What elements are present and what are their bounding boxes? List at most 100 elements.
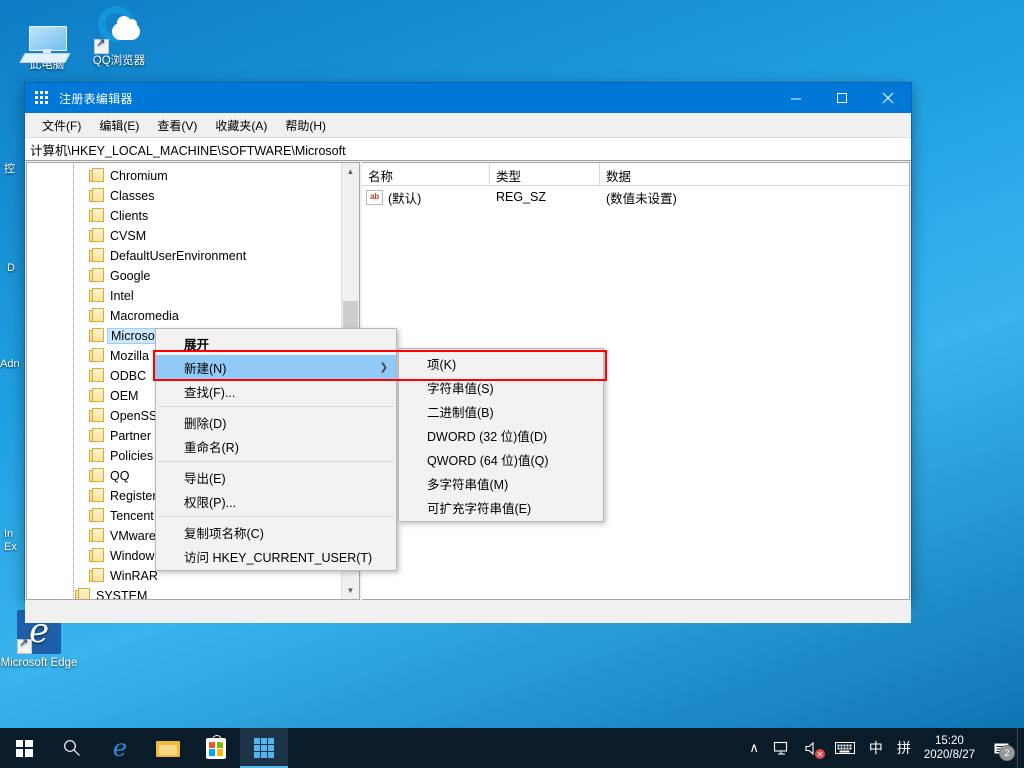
tray-expand-button[interactable]: ∧ [742,728,766,768]
folder-icon [89,510,104,522]
tree-item-google[interactable]: ❯Google [27,266,359,286]
submenu-item-label: QWORD (64 位)值(Q) [427,450,549,469]
tree-item-label: Intel [110,289,134,303]
scroll-up-button[interactable]: ▲ [342,163,359,180]
tree-item-label: Tencent [110,509,154,523]
value-type: REG_SZ [490,190,600,204]
submenu-item[interactable]: 可扩充字符串值(E) [399,495,603,519]
tree-item-label: SYSTEM [96,589,147,600]
search-icon [63,739,81,757]
context-menu-item-label: 复制项名称(C) [184,523,264,542]
tree-item-intel[interactable]: ❯Intel [27,286,359,306]
submenu-item[interactable]: 二进制值(B) [399,399,603,423]
context-menu-item[interactable]: 展开 [156,331,396,355]
desktop-icon-this-pc[interactable]: 此电脑 [8,8,86,72]
value-name: (默认) [388,188,421,207]
menu-help[interactable]: 帮助(H) [276,114,335,137]
tree-item-defaultuserenvironment[interactable]: ···DefaultUserEnvironment [27,246,359,266]
folder-icon [89,270,104,282]
tree-item-label: Macromedia [110,309,179,323]
tree-item-classes[interactable]: ❯Classes [27,186,359,206]
folder-icon [89,310,104,322]
microsoft-store-button[interactable] [192,728,240,768]
occluded-desktop-label: 控 [4,160,15,176]
column-header-name[interactable]: 名称 [362,163,490,185]
tree-item-chromium[interactable]: ❯Chromium [27,166,359,186]
submenu-item[interactable]: QWORD (64 位)值(Q) [399,447,603,471]
menu-favorites[interactable]: 收藏夹(A) [206,114,276,137]
edge-icon: e [113,736,127,760]
tree-item-label: OEM [110,389,138,403]
start-button[interactable] [0,728,48,768]
status-bar [25,602,911,623]
tree-item-label: Google [110,269,150,283]
desktop-icon-qq-browser[interactable]: QQ浏览器 [80,4,158,68]
this-pc-icon [8,8,86,56]
show-desktop-button[interactable] [1017,728,1024,768]
submenu-item[interactable]: 项(K) [399,351,603,375]
folder-icon [89,290,104,302]
folder-icon [89,330,104,342]
menu-file[interactable]: 文件(F) [33,114,90,137]
submenu-item[interactable]: 多字符串值(M) [399,471,603,495]
edge-taskbar-button[interactable]: e [96,728,144,768]
context-menu-item[interactable]: 导出(E) [156,465,396,489]
desktop-icon-label: Microsoft Edge [0,657,78,670]
context-menu-item[interactable]: 新建(N)❯ [156,355,396,379]
new-submenu[interactable]: 项(K)字符串值(S) 二进制值(B) DWORD (32 位)值(D) QWORD … [398,348,604,522]
context-menu-item[interactable]: 复制项名称(C) [156,520,396,544]
ime-mode-indicator[interactable]: 中 [862,728,890,768]
clock-time: 15:20 [924,734,975,748]
column-header-type[interactable]: 类型 [490,163,600,185]
ime-pinyin-indicator[interactable]: 拼 [890,728,918,768]
context-menu-item-label: 新建(N) [184,358,226,377]
submenu-item-label: 多字符串值(M) [427,474,508,493]
notification-center-button[interactable]: 2 [985,728,1017,768]
context-menu-item-label: 权限(P)... [184,492,236,511]
context-menu-item[interactable]: 删除(D) [156,410,396,434]
submenu-item-label: 二进制值(B) [427,402,494,421]
window-title: 注册表编辑器 [59,90,133,107]
address-bar[interactable]: 计算机\HKEY_LOCAL_MACHINE\SOFTWARE\Microsof… [25,137,911,161]
context-menu[interactable]: 展开新建(N)❯查找(F)... 删除(D) 重命名(R) 导出(E) 权限(P)...… [155,328,397,571]
table-row[interactable]: ab (默认) REG_SZ (数值未设置) [362,186,909,208]
clock[interactable]: 15:20 2020/8/27 [918,728,985,768]
tree-item-macromedia[interactable]: ❯Macromedia [27,306,359,326]
context-menu-item[interactable]: 查找(F)... [156,379,396,403]
tree-item-label: Chromium [110,169,168,183]
folder-icon [89,350,104,362]
submenu-item[interactable]: DWORD (32 位)值(D) [399,423,603,447]
keyboard-icon[interactable] [828,728,862,768]
tree-item-system[interactable]: ❯SYSTEM [27,586,359,600]
taskbar: e ∧ ✕ 中 拼 15:20 2020/8/27 [0,728,1024,768]
clock-date: 2020/8/27 [924,748,975,762]
tree-item-cvsm[interactable]: ···CVSM [27,226,359,246]
context-menu-item[interactable]: 访问 HKEY_CURRENT_USER(T) [156,544,396,568]
network-icon[interactable] [766,728,797,768]
file-explorer-button[interactable] [144,728,192,768]
context-menu-item-label: 导出(E) [184,468,226,487]
scroll-down-button[interactable]: ▼ [342,582,359,599]
minimize-button[interactable] [773,83,819,113]
occluded-desktop-label: In Ex [4,528,17,554]
tree-item-clients[interactable]: ❯Clients [27,206,359,226]
column-header-data[interactable]: 数据 [600,163,909,185]
menu-edit[interactable]: 编辑(E) [90,114,148,137]
volume-muted-icon[interactable]: ✕ [797,728,828,768]
folder-icon [89,170,104,182]
folder-icon [89,210,104,222]
window-titlebar[interactable]: 注册表编辑器 [25,83,911,113]
context-menu-item-label: 删除(D) [184,413,226,432]
context-menu-item[interactable]: 权限(P)... [156,489,396,513]
folder-icon [75,590,90,600]
folder-icon [89,410,104,422]
menu-view[interactable]: 查看(V) [148,114,206,137]
maximize-button[interactable] [819,83,865,113]
context-menu-item[interactable]: 重命名(R) [156,434,396,458]
regedit-taskbar-button[interactable] [240,728,288,768]
folder-icon [89,190,104,202]
submenu-item[interactable]: 字符串值(S) [399,375,603,399]
search-button[interactable] [48,728,96,768]
folder-icon [89,550,104,562]
close-button[interactable] [865,83,911,113]
